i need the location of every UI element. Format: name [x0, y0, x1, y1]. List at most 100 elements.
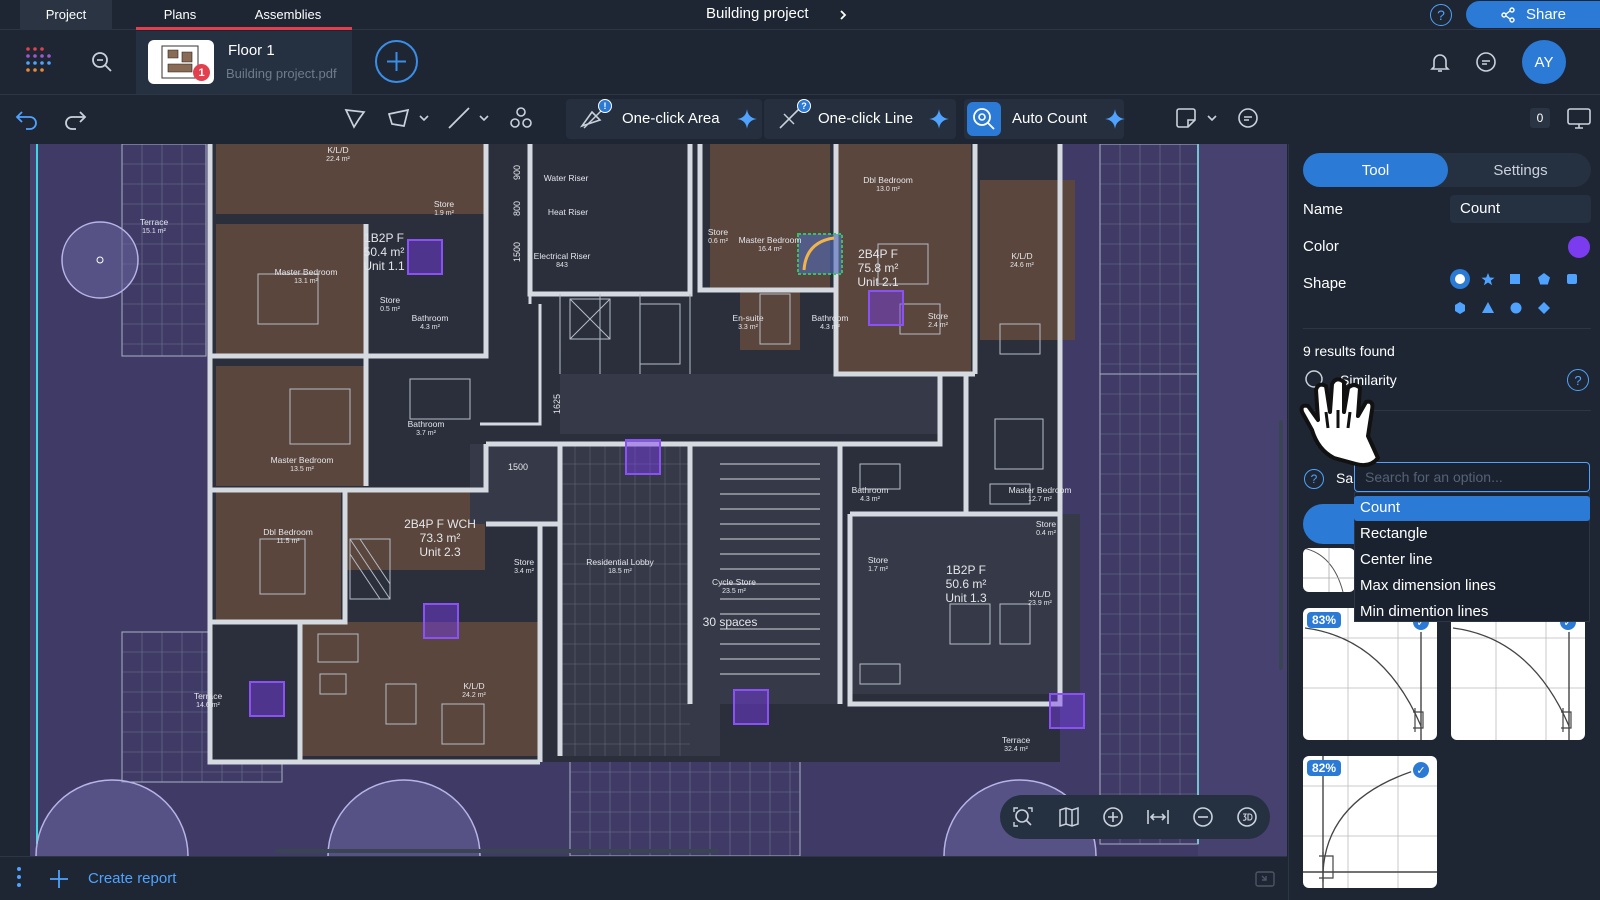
room-area: 3.7 m²	[416, 430, 437, 437]
tab-project[interactable]: Project	[20, 0, 112, 30]
room-label: Dbl Bedroom	[863, 175, 913, 185]
room-label: Terrace	[1002, 735, 1031, 745]
tab-assemblies[interactable]: Assemblies	[224, 0, 352, 30]
option-count[interactable]: Count	[1354, 496, 1590, 521]
monitor-icon[interactable]	[1566, 106, 1592, 130]
comment-icon[interactable]	[1474, 50, 1498, 74]
room-label: 30 spaces	[703, 615, 758, 629]
result-card[interactable]	[1303, 548, 1355, 592]
fit-width-icon[interactable]	[1146, 806, 1170, 828]
room-area: 13.0 m²	[876, 186, 900, 193]
polygon-area-icon[interactable]	[342, 106, 368, 130]
count-tool-icon[interactable]	[508, 106, 534, 130]
active-tab-indicator	[136, 27, 352, 30]
zoom-fit-icon[interactable]	[1012, 806, 1034, 828]
check-icon[interactable]: ✓	[1411, 760, 1431, 780]
chevron-right-icon[interactable]	[832, 4, 854, 26]
tab-plans[interactable]: Plans	[136, 0, 224, 30]
room-area: 13.1 m²	[294, 278, 318, 285]
room-label: 2B4P F	[858, 247, 898, 261]
diamond-shape-icon	[1538, 302, 1550, 314]
tab-tool[interactable]: Tool	[1303, 153, 1448, 187]
plus-icon[interactable]	[48, 868, 70, 890]
hand-pointer-cursor	[1299, 377, 1380, 468]
tab-settings[interactable]: Settings	[1450, 153, 1591, 187]
room-area: 14.6 m²	[196, 702, 220, 709]
vertical-scrollbar[interactable]	[1279, 420, 1283, 670]
chevron-down-icon[interactable]	[478, 114, 490, 122]
room-area: 4.3 m²	[420, 324, 441, 331]
option-min-dimension-lines[interactable]: Min dimention lines	[1354, 600, 1590, 625]
one-click-area-label: One-click Area	[622, 110, 720, 127]
line-tool-icon[interactable]	[446, 106, 472, 130]
horizontal-scrollbar[interactable]	[275, 849, 719, 853]
room-area: 23.5 m²	[722, 588, 746, 595]
room-area: 0.5 m²	[380, 306, 401, 313]
room-area: 73.3 m²	[420, 531, 461, 545]
chevron-down-icon[interactable]	[418, 114, 430, 122]
option-search-input[interactable]: Search for an option...	[1354, 462, 1590, 492]
room-label: Bathroom	[412, 313, 449, 323]
undo-icon[interactable]	[14, 108, 40, 130]
unit-label: Unit 2.3	[419, 545, 461, 559]
room-label: Master Bedroom	[271, 455, 334, 465]
area-shape-icon[interactable]	[386, 106, 412, 130]
room-label: 1B2P F	[364, 231, 404, 245]
collapse-panel-icon[interactable]	[1254, 868, 1276, 890]
map-icon[interactable]	[1058, 806, 1080, 828]
chevron-down-icon[interactable]	[1206, 114, 1218, 122]
color-swatch[interactable]	[1568, 236, 1590, 258]
room-area: 4.3 m²	[860, 496, 881, 503]
help-icon[interactable]: ?	[1430, 4, 1452, 26]
floor-plan[interactable]: K/L/D22.4 m²Terrace15.1 m²Store1.9 m²1B2…	[0, 144, 1287, 856]
auto-count-label: Auto Count	[1012, 110, 1088, 127]
room-label: Master Bedroom	[275, 267, 338, 277]
room-area: 3.4 m²	[514, 568, 535, 575]
auto-count-icon	[967, 102, 1001, 136]
option-center-line[interactable]: Center line	[1354, 548, 1590, 573]
room-area: 3.3 m²	[738, 324, 759, 331]
room-label: Bathroom	[408, 419, 445, 429]
comment-tool-icon[interactable]	[1236, 106, 1260, 130]
room-label: Store	[380, 295, 401, 305]
share-button[interactable]: Share	[1466, 1, 1600, 28]
zoom-out-icon[interactable]	[1192, 806, 1214, 828]
file-source: Building project.pdf	[226, 66, 337, 81]
more-vertical-icon[interactable]	[16, 866, 22, 888]
add-plan-button[interactable]	[375, 40, 418, 83]
search-zoom-icon[interactable]	[90, 50, 114, 74]
sticky-note-icon[interactable]	[1174, 106, 1198, 130]
room-label: Store	[1036, 519, 1057, 529]
apply-button[interactable]	[1303, 504, 1355, 544]
room-area: 4.3 m²	[820, 324, 841, 331]
hexagon-shape-icon	[1455, 302, 1465, 314]
name-field[interactable]: Count	[1450, 195, 1591, 223]
help-icon[interactable]: ?	[1567, 369, 1589, 391]
unit-label: Unit 1.1	[363, 259, 405, 273]
dimension-label: 900	[512, 165, 522, 180]
room-area: 50.6 m²	[946, 577, 987, 591]
option-rectangle[interactable]: Rectangle	[1354, 522, 1590, 547]
user-avatar[interactable]: AY	[1522, 40, 1566, 84]
zoom-in-icon[interactable]	[1102, 806, 1124, 828]
one-click-line-label: One-click Line	[818, 110, 914, 127]
create-report-button[interactable]: Create report	[88, 870, 176, 887]
sparkle-icon	[1105, 109, 1125, 129]
room-label: K/L/D	[1029, 589, 1050, 599]
room-label: Store	[514, 557, 535, 567]
help-icon[interactable]: ?	[1304, 469, 1324, 489]
name-label: Name	[1303, 201, 1344, 218]
room-area: 12.7 m²	[1028, 496, 1052, 503]
option-max-dimension-lines[interactable]: Max dimension lines	[1354, 574, 1590, 599]
room-area: 75.8 m²	[858, 261, 899, 275]
room-label: Terrace	[194, 691, 223, 701]
view-3d-icon[interactable]	[1236, 806, 1258, 828]
notification-badge: 1	[193, 64, 210, 81]
room-label: Store	[708, 227, 729, 237]
bell-icon[interactable]	[1428, 50, 1452, 74]
room-label: K/L/D	[1011, 251, 1032, 261]
drawing-canvas[interactable]: K/L/D 22.4 m² Terrace 15.1 m² Store 1.9 m² 1B2…	[0, 144, 1287, 856]
room-area: 843	[556, 262, 568, 269]
redo-icon[interactable]	[62, 108, 88, 130]
shape-picker[interactable]	[1448, 266, 1590, 326]
